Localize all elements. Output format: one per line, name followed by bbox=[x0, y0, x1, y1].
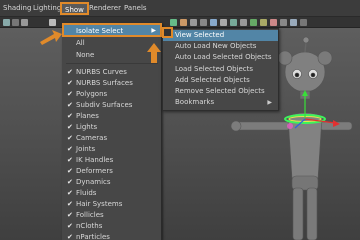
checkmark-icon: ✔ bbox=[67, 167, 73, 175]
submenu-item-remove-selected-objects[interactable]: Remove Selected Objects bbox=[163, 86, 278, 97]
safe-title-icon[interactable] bbox=[230, 19, 237, 26]
checkmark-icon: ✔ bbox=[67, 200, 73, 208]
checkmark-icon: ✔ bbox=[67, 112, 73, 120]
menu-item-joints[interactable]: ✔ Joints bbox=[62, 144, 162, 154]
checkmark-icon: ✔ bbox=[67, 233, 73, 240]
panel-toolbar bbox=[0, 17, 360, 28]
menu-panels[interactable]: Panels bbox=[124, 4, 147, 12]
menu-item-ncloths[interactable]: ✔ nCloths bbox=[62, 221, 162, 231]
menu-item-subdiv-surfaces[interactable]: ✔ Subdiv Surfaces bbox=[62, 100, 162, 110]
checkmark-icon: ✔ bbox=[67, 101, 73, 109]
menu-item-ik-handles[interactable]: ✔ IK Handles bbox=[62, 155, 162, 165]
submenu-item-auto-load-new-objects[interactable]: Auto Load New Objects bbox=[163, 41, 278, 52]
menu-item-nurbs-surfaces[interactable]: ✔ NURBS Surfaces bbox=[62, 78, 162, 88]
submenu-item-view-selected[interactable]: View Selected bbox=[163, 30, 278, 41]
menu-item-polygons[interactable]: ✔ Polygons bbox=[62, 89, 162, 99]
checkmark-icon: ✔ bbox=[67, 123, 73, 131]
menu-lighting[interactable]: Lighting bbox=[33, 4, 61, 12]
annotation-arrow-icon bbox=[40, 30, 62, 45]
camera-attributes-icon[interactable] bbox=[12, 19, 19, 26]
checkmark-icon: ✔ bbox=[67, 211, 73, 219]
menu-item-deformers[interactable]: ✔ Deformers bbox=[62, 166, 162, 176]
safe-action-icon[interactable] bbox=[220, 19, 227, 26]
submenu-item-load-selected-objects[interactable]: Load Selected Objects bbox=[163, 64, 278, 75]
menu-item-lights[interactable]: ✔ Lights bbox=[62, 122, 162, 132]
menu-item-planes[interactable]: ✔ Planes bbox=[62, 111, 162, 121]
menu-shading[interactable]: Shading bbox=[3, 4, 31, 12]
submenu-item-add-selected-objects[interactable]: Add Selected Objects bbox=[163, 75, 278, 86]
submenu-arrow-icon: ▶ bbox=[267, 99, 272, 106]
film-gate-icon[interactable] bbox=[180, 19, 187, 26]
menu-item-fluids[interactable]: ✔ Fluids bbox=[62, 188, 162, 198]
resolution-gate-icon[interactable] bbox=[190, 19, 197, 26]
menu-divider bbox=[66, 63, 158, 64]
checkmark-icon: ✔ bbox=[67, 134, 73, 142]
checkmark-icon: ✔ bbox=[67, 222, 73, 230]
lights-icon[interactable] bbox=[270, 19, 277, 26]
shadows-icon[interactable] bbox=[280, 19, 287, 26]
gate-mask-icon[interactable] bbox=[200, 19, 207, 26]
checkmark-icon: ✔ bbox=[67, 145, 73, 153]
submenu-arrow-icon: ▶ bbox=[151, 27, 156, 34]
textured-icon[interactable] bbox=[260, 19, 267, 26]
annotation-arrow-icon bbox=[147, 43, 161, 63]
checkmark-icon: ✔ bbox=[67, 156, 73, 164]
panel-menubar: Shading Lighting Show Renderer Panels bbox=[0, 0, 360, 17]
submenu-item-auto-load-selected-objects[interactable]: Auto Load Selected Objects bbox=[163, 52, 278, 63]
isolate-icon[interactable] bbox=[300, 19, 307, 26]
menu-item-nparticles[interactable]: ✔ nParticles bbox=[62, 232, 162, 240]
menu-show[interactable]: Show bbox=[60, 2, 89, 15]
smooth-shade-icon[interactable] bbox=[250, 19, 257, 26]
xray-icon[interactable] bbox=[290, 19, 297, 26]
menu-item-nurbs-curves[interactable]: ✔ NURBS Curves bbox=[62, 67, 162, 77]
bookmarks-icon[interactable] bbox=[21, 19, 28, 26]
menu-item-cameras[interactable]: ✔ Cameras bbox=[62, 133, 162, 143]
menu-item-follicles[interactable]: ✔ Follicles bbox=[62, 210, 162, 220]
menu-item-isolate-select[interactable]: Isolate Select ▶ bbox=[62, 23, 162, 37]
checkmark-icon: ✔ bbox=[67, 79, 73, 87]
submenu-item-bookmarks[interactable]: Bookmarks ▶ bbox=[163, 97, 278, 108]
image-plane-icon[interactable] bbox=[49, 19, 56, 26]
isolate-select-submenu: View Selected Auto Load New Objects Auto… bbox=[162, 28, 279, 111]
wireframe-icon[interactable] bbox=[240, 19, 247, 26]
select-camera-icon[interactable] bbox=[3, 19, 10, 26]
menu-item-hair-systems[interactable]: ✔ Hair Systems bbox=[62, 199, 162, 209]
checkmark-icon: ✔ bbox=[67, 68, 73, 76]
checkmark-icon: ✔ bbox=[67, 189, 73, 197]
menu-renderer[interactable]: Renderer bbox=[89, 4, 121, 12]
menu-item-dynamics[interactable]: ✔ Dynamics bbox=[62, 177, 162, 187]
view-selected-checkbox[interactable] bbox=[162, 27, 173, 38]
checkmark-icon: ✔ bbox=[67, 178, 73, 186]
grid-icon[interactable] bbox=[170, 19, 177, 26]
field-chart-icon[interactable] bbox=[210, 19, 217, 26]
checkmark-icon: ✔ bbox=[67, 90, 73, 98]
